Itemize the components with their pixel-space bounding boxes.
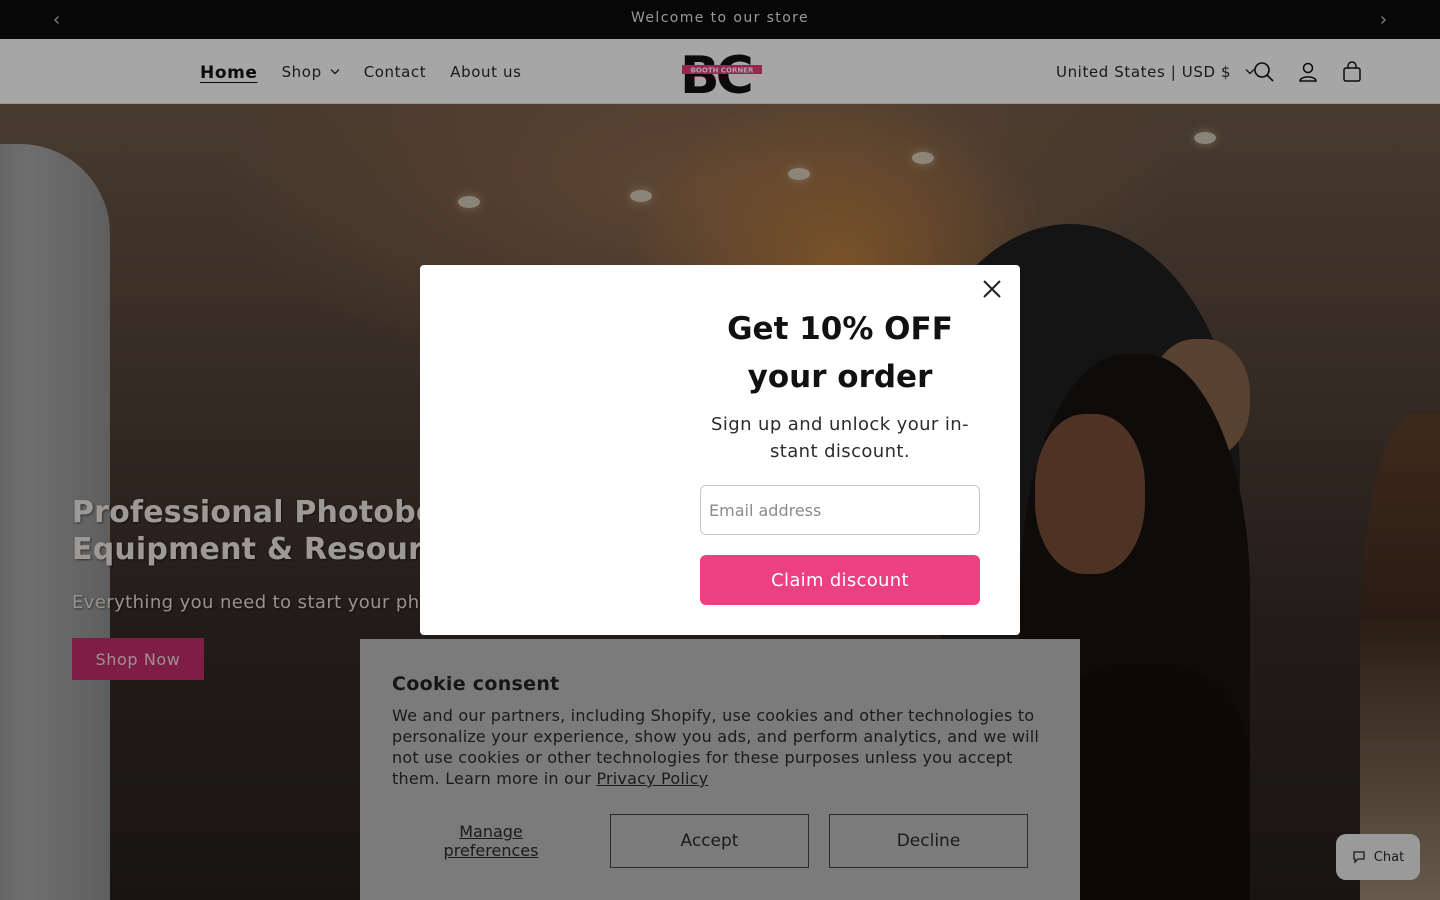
- popup-heading: Get 10% OFF your order: [727, 311, 953, 395]
- popup-close-button[interactable]: [980, 277, 1004, 301]
- discount-popup: Get 10% OFF your order Sign up and unloc…: [420, 265, 1020, 635]
- accept-cookies-button[interactable]: Accept: [610, 814, 809, 868]
- cookie-title: Cookie consent: [392, 673, 560, 695]
- popup-subtext: Sign up and unlock your in-stant discoun…: [711, 414, 969, 462]
- chat-bubble-icon: [1353, 851, 1365, 864]
- close-icon: [983, 280, 1001, 298]
- privacy-policy-link[interactable]: Privacy Policy: [596, 769, 708, 788]
- chat-label: Chat: [1373, 849, 1405, 865]
- cookie-consent-banner: Cookie consent We and our partners, incl…: [360, 639, 1080, 900]
- chat-button[interactable]: Chat: [1336, 834, 1420, 880]
- claim-discount-button[interactable]: Claim discount: [700, 555, 980, 605]
- decline-cookies-button[interactable]: Decline: [829, 814, 1028, 868]
- cookie-text: We and our partners, including Shopify, …: [392, 706, 1040, 788]
- manage-preferences-link[interactable]: Manage preferences: [410, 822, 572, 860]
- email-field[interactable]: [700, 485, 980, 535]
